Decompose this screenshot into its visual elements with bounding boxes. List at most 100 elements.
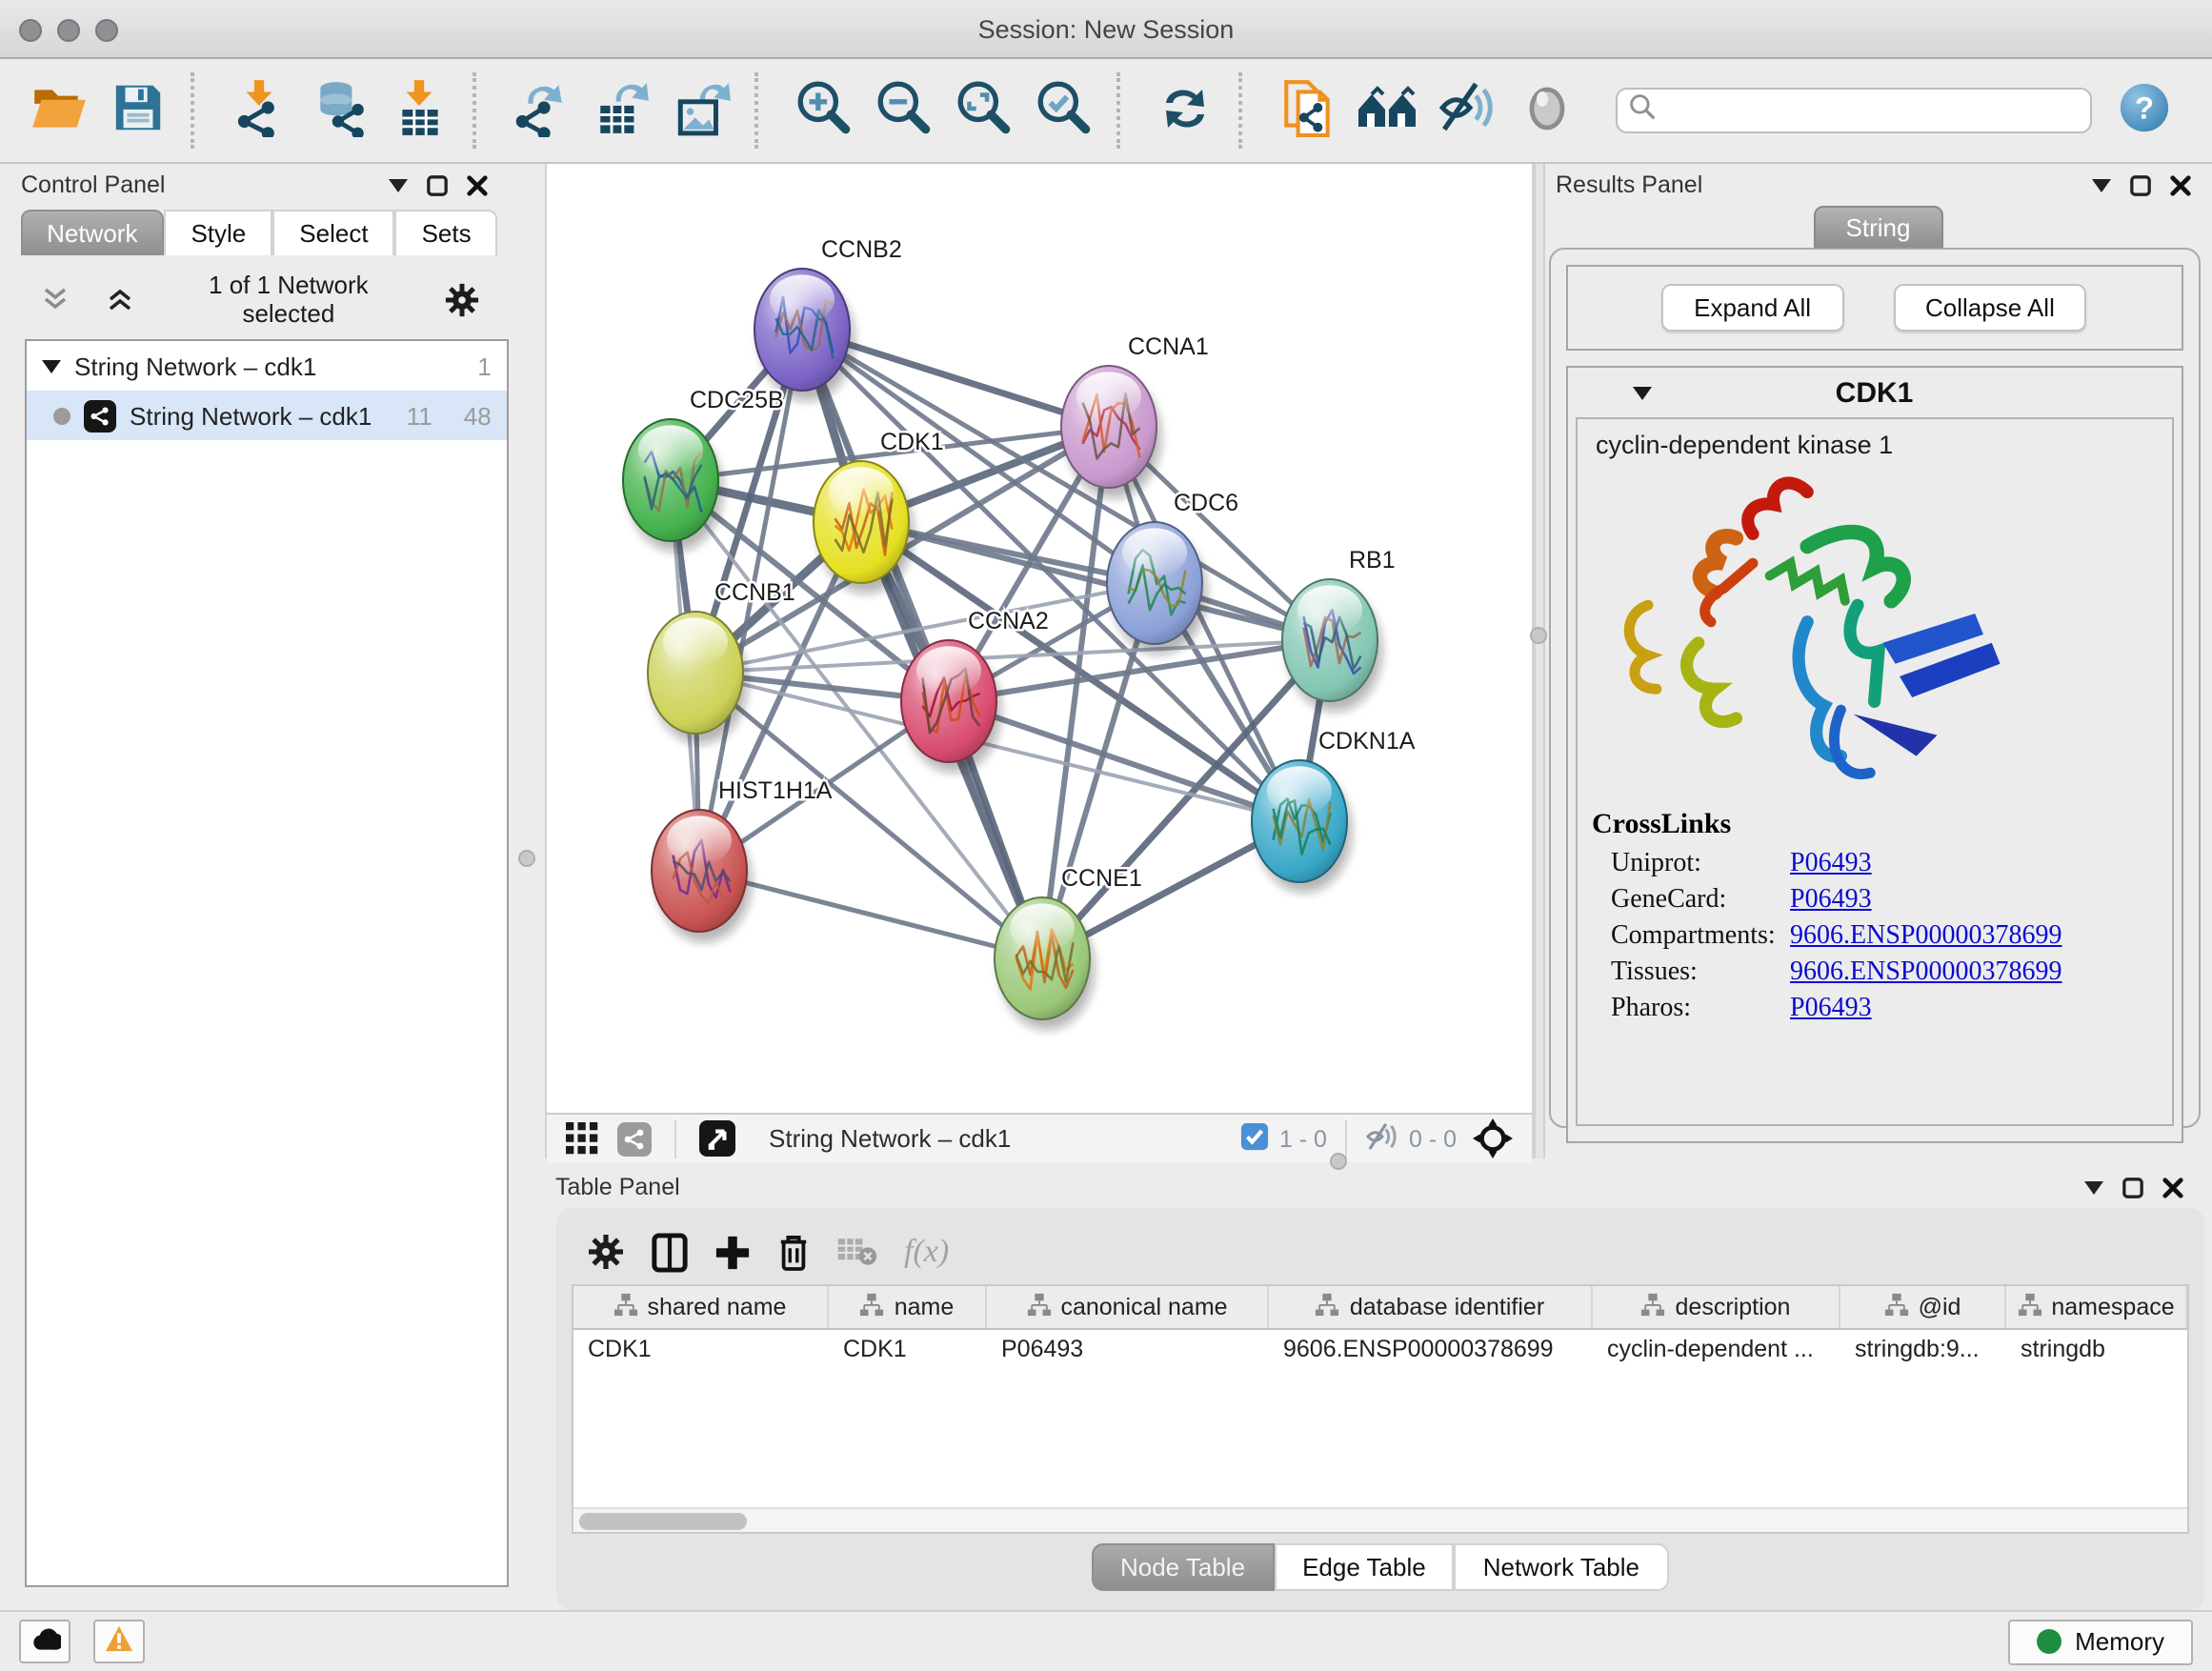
splitter-handle[interactable] [518,850,535,867]
export-network-button[interactable] [503,69,579,152]
zoom-in-button[interactable] [785,69,861,152]
show-columns-button[interactable] [651,1232,687,1272]
table-panel-float-button[interactable] [2113,1172,2153,1202]
table-panel-close-button[interactable] [2153,1172,2193,1202]
show-eye-button[interactable] [1509,69,1585,152]
tab-edge-table[interactable]: Edge Table [1274,1543,1455,1591]
refresh-view-button[interactable] [1147,69,1223,152]
tab-sets[interactable]: Sets [395,210,498,255]
results-panel-float-button[interactable] [2121,170,2161,200]
table-cell[interactable]: cyclin-dependent ... [1592,1329,1840,1368]
network-share-view-button[interactable] [613,1117,654,1159]
table-cell[interactable]: CDK1 [573,1329,828,1368]
splitter-handle[interactable] [1329,1153,1346,1170]
table-panel-menu-button[interactable] [2075,1172,2113,1202]
network-node-RB1[interactable] [1281,579,1381,712]
collapse-all-button[interactable]: Collapse All [1893,284,2087,332]
network-canvas[interactable]: CCNB2CCNA1CDC25BCDK1CDC6RB1CCNB1CCNA2CDK… [546,164,1531,1113]
table-settings-gear-button[interactable] [586,1233,624,1271]
import-network-from-database-button[interactable] [301,69,377,152]
import-table-button[interactable] [381,69,457,152]
zoom-window-button[interactable] [95,18,118,41]
table-cell[interactable]: P06493 [986,1329,1268,1368]
collapse-all-networks-button[interactable] [32,284,78,314]
results-panel-close-button[interactable] [2161,170,2201,200]
network-node-CDC6[interactable] [1106,522,1206,654]
fit-content-crosshair-button[interactable] [1468,1115,1516,1162]
network-node-CCNB1[interactable] [647,612,747,744]
expand-all-button[interactable]: Expand All [1661,284,1843,332]
table-cell[interactable]: 9606.ENSP00000378699 [1268,1329,1592,1368]
tab-select[interactable]: Select [272,210,394,255]
function-builder-button-disabled[interactable]: f(x) [904,1233,949,1271]
network-collection-row[interactable]: String Network – cdk1 1 [27,341,507,391]
crosslink-link[interactable]: P06493 [1790,886,1872,916]
export-table-button[interactable] [583,69,659,152]
homes-button[interactable] [1349,69,1425,152]
export-image-button[interactable] [663,69,739,152]
table-cell[interactable]: CDK1 [828,1329,986,1368]
tab-string[interactable]: String [1814,206,1943,250]
horizontal-scrollbar[interactable] [573,1507,2187,1532]
protein-section-header[interactable]: CDK1 [1567,368,2182,417]
open-session-button[interactable] [19,69,95,152]
tab-node-table[interactable]: Node Table [1092,1543,1274,1591]
minimize-window-button[interactable] [57,18,80,41]
hide-panels-button[interactable] [1429,69,1505,152]
column-header-canonical-name[interactable]: canonical name [986,1286,1268,1329]
network-edge-CCNA2-CDKN1A[interactable] [948,701,1298,821]
network-node-HIST1H1A[interactable] [651,810,751,942]
crosslink-link[interactable]: P06493 [1790,850,1872,880]
expand-all-networks-button[interactable] [97,284,143,314]
memory-status-button[interactable]: Memory [2008,1619,2193,1664]
network-node-CDK1[interactable] [813,461,913,594]
scrollbar-thumb[interactable] [578,1513,746,1530]
collection-expand-icon[interactable] [42,359,61,372]
zoom-out-button[interactable] [865,69,941,152]
crosslink-link[interactable]: 9606.ENSP00000378699 [1790,922,2061,953]
search-field[interactable] [1616,88,2092,133]
delete-table-button-disabled[interactable] [835,1237,877,1267]
zoom-selected-button[interactable] [1025,69,1101,152]
network-results-splitter[interactable] [1533,164,1544,1158]
network-node-CDKN1A[interactable] [1251,760,1351,893]
share-document-button[interactable] [1269,69,1345,152]
column-header-description[interactable]: description [1592,1286,1840,1329]
delete-column-button[interactable] [776,1232,809,1272]
control-panel-menu-button[interactable] [379,170,417,200]
control-panel-close-button[interactable] [457,170,497,200]
network-node-CCNB2[interactable] [754,269,854,401]
control-network-splitter[interactable] [509,164,544,1610]
network-options-gear-button[interactable] [434,284,490,314]
splitter-handle[interactable] [1529,627,1546,644]
search-input[interactable] [1665,95,2079,126]
cloud-status-button[interactable] [19,1620,70,1663]
warning-status-button[interactable] [93,1620,145,1663]
collapse-section-icon[interactable] [1632,386,1651,399]
column-header-database-identifier[interactable]: database identifier [1268,1286,1592,1329]
results-panel-menu-button[interactable] [2082,170,2121,200]
birdseye-view-button[interactable] [694,1117,738,1160]
network-table-splitter[interactable] [544,1158,2212,1166]
column-header-shared-name[interactable]: shared name [573,1286,828,1329]
network-node-CCNA2[interactable] [900,640,1000,773]
save-session-button[interactable] [99,69,175,152]
crosslink-link[interactable]: P06493 [1790,995,1872,1025]
tab-network[interactable]: Network [20,210,164,255]
grid-view-button[interactable] [561,1118,601,1158]
close-window-button[interactable] [19,18,42,41]
column-header--id[interactable]: @id [1840,1286,2005,1329]
column-header-name[interactable]: name [828,1286,986,1329]
crosslink-link[interactable]: 9606.ENSP00000378699 [1790,958,2061,989]
tab-style[interactable]: Style [164,210,272,255]
table-row[interactable]: CDK1CDK1P064939606.ENSP00000378699cyclin… [573,1329,2186,1368]
table-cell[interactable]: stringdb:9... [1840,1329,2005,1368]
import-network-button[interactable] [221,69,297,152]
column-header-namespace[interactable]: namespace [2005,1286,2186,1329]
control-panel-float-button[interactable] [417,170,457,200]
zoom-fit-button[interactable] [945,69,1021,152]
network-row-selected[interactable]: String Network – cdk1 11 48 [27,391,507,440]
tab-network-table[interactable]: Network Table [1455,1543,1668,1591]
help-button[interactable]: ? [2111,72,2176,149]
add-column-button[interactable] [714,1234,750,1270]
